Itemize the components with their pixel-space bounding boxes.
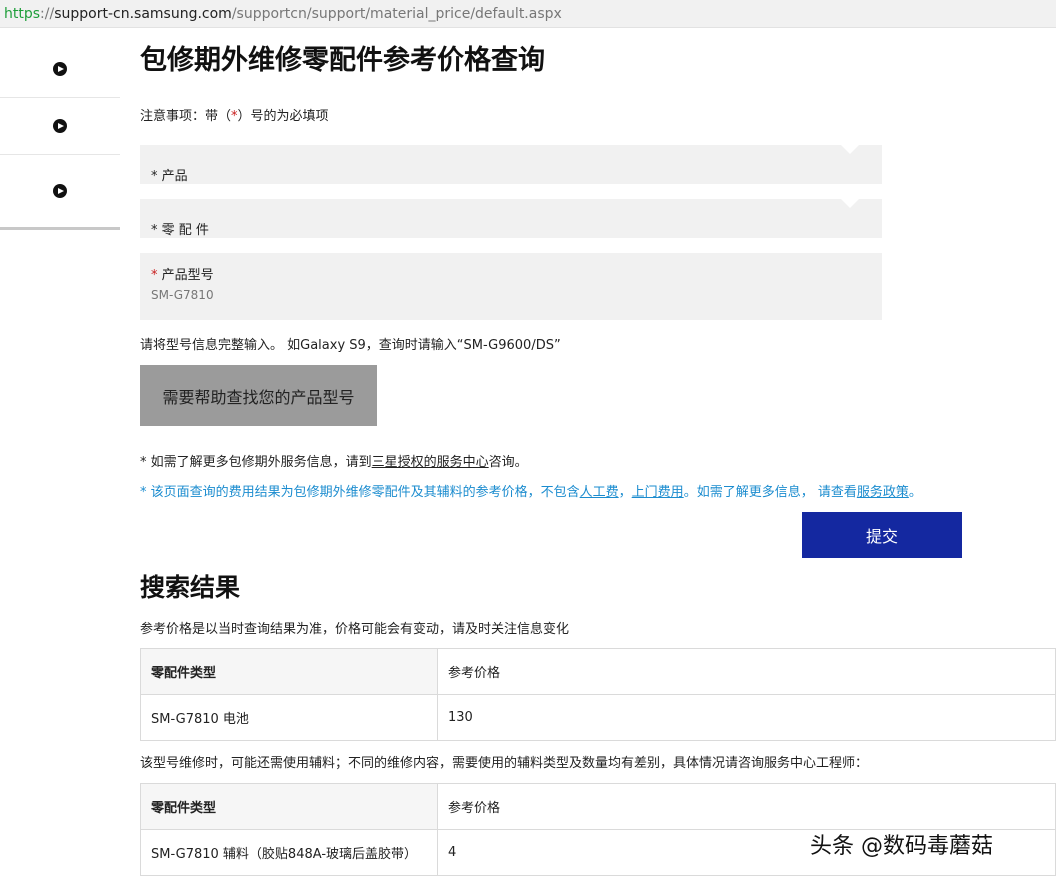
part-label: * 零 配 件 — [151, 223, 209, 238]
table-header-row: 零配件类型 参考价格 — [140, 783, 1056, 830]
service-info: * 如需了解更多包修期外服务信息，请到三星授权的服务中心咨询。 — [140, 451, 528, 470]
url-scheme: https — [4, 6, 41, 22]
part-type-cell: SM-G7810 辅料（胶贴848A-玻璃后盖胶带） — [140, 829, 438, 876]
price-cell: 130 — [437, 694, 1056, 741]
disclaimer-prefix: * 该页面查询的费用结果为包修期外维修零配件及其辅料的参考价格，不包含 — [140, 485, 580, 500]
product-label: * 产品 — [151, 169, 188, 184]
auxiliary-note: 该型号维修时，可能还需使用辅料；不同的维修内容，需要使用的辅料类型及数量均有差别… — [140, 756, 869, 771]
model-value[interactable]: SM-G7810 — [151, 288, 214, 302]
notice-prefix: 注意事项：带（ — [140, 109, 232, 124]
column-header-part-type: 零配件类型 — [140, 783, 438, 830]
url-separator: :// — [40, 6, 55, 22]
model-input[interactable]: * 产品型号 SM-G7810 — [140, 253, 882, 320]
results-note: 参考价格是以当时查询结果为准，价格可能会有变动，请及时关注信息变化 — [140, 622, 570, 637]
column-header-price: 参考价格 — [437, 783, 1056, 830]
sidebar-item-3[interactable] — [0, 155, 120, 225]
page-title: 包修期外维修零配件参考价格查询 — [140, 45, 545, 76]
model-label-text: 产品型号 — [157, 268, 214, 283]
watermark: 头条 @数码毒蘑菇 — [810, 834, 993, 859]
play-circle-icon — [53, 119, 67, 133]
address-bar[interactable]: https://support-cn.samsung.com/supportcn… — [0, 0, 1056, 28]
chevron-down-icon — [840, 144, 860, 154]
table-row: SM-G7810 电池 130 — [140, 694, 1056, 741]
labor-fee-link[interactable]: 人工费 — [580, 485, 619, 500]
service-center-link[interactable]: 三星授权的服务中心 — [372, 455, 489, 470]
service-info-prefix: * 如需了解更多包修期外服务信息，请到 — [140, 455, 372, 470]
find-model-help-button[interactable]: 需要帮助查找您的产品型号 — [140, 365, 377, 426]
sidebar-item-1[interactable] — [0, 34, 120, 98]
table-header-row: 零配件类型 参考价格 — [140, 648, 1056, 695]
column-header-price: 参考价格 — [437, 648, 1056, 695]
price-table: 零配件类型 参考价格 SM-G7810 电池 130 — [140, 648, 1056, 741]
disclaimer-sep: ， — [618, 485, 632, 500]
service-policy-link[interactable]: 服务政策 — [857, 485, 909, 500]
url-path: /supportcn/support/material_price/defaul… — [231, 6, 562, 22]
product-select[interactable]: * 产品 — [140, 144, 882, 184]
url-host: support-cn.samsung.com — [54, 6, 232, 22]
service-info-suffix: 咨询。 — [488, 455, 528, 470]
disclaimer-end: 。 — [908, 485, 922, 500]
required-notice: 注意事项：带（*）号的为必填项 — [140, 105, 329, 124]
notice-suffix: ）号的为必填项 — [237, 109, 329, 124]
part-type-cell: SM-G7810 电池 — [140, 694, 438, 741]
disclaimer-mid: 。如需了解更多信息， 请查看 — [683, 485, 857, 500]
chevron-down-icon — [840, 198, 860, 208]
model-hint: 请将型号信息完整输入。 如Galaxy S9，查询时请输入“SM-G9600/D… — [140, 338, 561, 353]
submit-button[interactable]: 提交 — [802, 512, 962, 558]
play-circle-icon — [53, 184, 67, 198]
onsite-fee-link[interactable]: 上门费用 — [632, 485, 684, 500]
part-select[interactable]: * 零 配 件 — [140, 198, 882, 238]
sidebar-divider — [0, 227, 120, 230]
results-title: 搜索结果 — [140, 573, 241, 602]
sidebar-item-2[interactable] — [0, 98, 120, 155]
play-circle-icon — [53, 62, 67, 76]
model-label: * 产品型号 — [151, 264, 214, 283]
price-disclaimer: * 该页面查询的费用结果为包修期外维修零配件及其辅料的参考价格，不包含人工费，上… — [140, 481, 922, 500]
column-header-part-type: 零配件类型 — [140, 648, 438, 695]
